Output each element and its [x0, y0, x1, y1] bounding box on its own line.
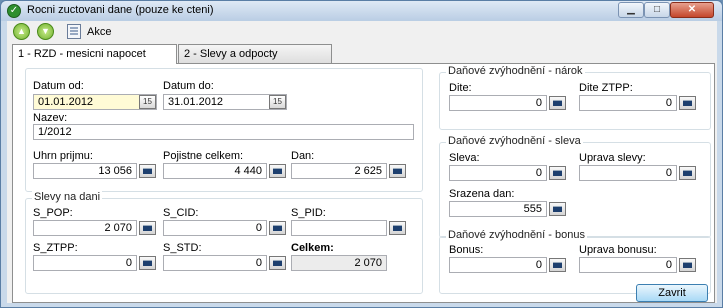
client-area: ▲ ▼ Akce 1 - RZD - mesicni napocet 2 - S…: [7, 21, 717, 303]
slevy-na-dani-group: Slevy na dani: [25, 191, 423, 294]
s-ztpp-input[interactable]: 0: [33, 255, 137, 271]
bonus-input[interactable]: 0: [449, 257, 547, 273]
sleva-input[interactable]: 0: [449, 165, 547, 181]
bonus-label: Bonus:: [449, 244, 484, 256]
uprava-bonusu-calculator-icon[interactable]: [679, 258, 696, 272]
previous-record-button[interactable]: ▲: [13, 23, 30, 40]
close-button[interactable]: ✕: [670, 2, 714, 18]
nazev-input[interactable]: 1/2012: [33, 124, 414, 140]
uhrn-prijmu-label: Uhrn prijmu:: [33, 150, 93, 162]
dan-input[interactable]: 2 625: [291, 163, 387, 179]
dan-label: Dan:: [291, 150, 315, 162]
uprava-slevy-label: Uprava slevy:: [579, 152, 646, 164]
uprava-bonusu-input[interactable]: 0: [579, 257, 677, 273]
pojistne-celkem-input[interactable]: 4 440: [163, 163, 267, 179]
toolbar: ▲ ▼ Akce: [7, 21, 717, 43]
srazena-dan-calculator-icon[interactable]: [549, 202, 566, 216]
pojistne-celkem-label: Pojistne celkem:: [163, 150, 244, 162]
uhrn-prijmu-calculator-icon[interactable]: [139, 164, 156, 178]
app-check-icon: ✓: [7, 4, 21, 18]
srazena-dan-input[interactable]: 555: [449, 201, 547, 217]
s-cid-input[interactable]: 0: [163, 220, 267, 236]
title-bar[interactable]: ✓ Rocni zuctovani dane (pouze ke cteni) …: [1, 1, 722, 21]
s-ztpp-calculator-icon[interactable]: [139, 256, 156, 270]
uhrn-prijmu-input[interactable]: 13 056: [33, 163, 137, 179]
s-pop-label: S_POP:: [33, 207, 73, 219]
next-record-button[interactable]: ▼: [37, 23, 54, 40]
celkem-label: Celkem:: [291, 242, 334, 254]
dite-ztpp-input[interactable]: 0: [579, 95, 677, 111]
s-std-input[interactable]: 0: [163, 255, 267, 271]
bonus-title: Daňové zvýhodnění - bonus: [446, 229, 587, 241]
actions-menu[interactable]: Akce: [87, 26, 111, 38]
dite-input[interactable]: 0: [449, 95, 547, 111]
dite-label: Dite:: [449, 82, 472, 94]
bonus-calculator-icon[interactable]: [549, 258, 566, 272]
sleva-label: Sleva:: [449, 152, 480, 164]
s-pid-input[interactable]: [291, 220, 387, 236]
tab-slevy-a-odpocty[interactable]: 2 - Slevy a odpocty: [178, 44, 332, 63]
uprava-bonusu-label: Uprava bonusu:: [579, 244, 657, 256]
datum-od-calendar-icon[interactable]: 15: [139, 95, 156, 109]
s-std-label: S_STD:: [163, 242, 202, 254]
uprava-slevy-input[interactable]: 0: [579, 165, 677, 181]
s-cid-label: S_CID:: [163, 207, 199, 219]
window: ✓ Rocni zuctovani dane (pouze ke cteni) …: [0, 0, 723, 308]
dan-calculator-icon[interactable]: [389, 164, 406, 178]
s-ztpp-label: S_ZTPP:: [33, 242, 78, 254]
s-pop-input[interactable]: 2 070: [33, 220, 137, 236]
srazena-dan-label: Srazena dan:: [449, 188, 515, 200]
nazev-label: Nazev:: [33, 112, 68, 124]
pojistne-celkem-calculator-icon[interactable]: [269, 164, 286, 178]
tab-panel: Datum od: 01.01.2012 15 Datum do: 31.01.…: [12, 63, 715, 303]
celkem-value: 2 070: [291, 255, 387, 271]
s-pid-calculator-icon[interactable]: [389, 221, 406, 235]
dite-ztpp-calculator-icon[interactable]: [679, 96, 696, 110]
window-title: Rocni zuctovani dane (pouze ke cteni): [27, 4, 214, 16]
zavrit-button[interactable]: Zavrit: [636, 284, 708, 302]
s-pop-calculator-icon[interactable]: [139, 221, 156, 235]
datum-od-label: Datum od:: [33, 80, 84, 92]
s-cid-calculator-icon[interactable]: [269, 221, 286, 235]
uprava-slevy-calculator-icon[interactable]: [679, 166, 696, 180]
narok-title: Daňové zvýhodnění - nárok: [446, 65, 585, 77]
datum-do-calendar-icon[interactable]: 15: [269, 95, 286, 109]
tab-rzd-mesicni-napocet[interactable]: 1 - RZD - mesicni napocet: [12, 44, 177, 64]
slevy-na-dani-title: Slevy na dani: [32, 191, 103, 203]
minimize-button[interactable]: ▁: [618, 2, 644, 18]
datum-do-label: Datum do:: [163, 80, 214, 92]
s-pid-label: S_PID:: [291, 207, 326, 219]
sleva-title: Daňové zvýhodnění - sleva: [446, 135, 583, 147]
sleva-calculator-icon[interactable]: [549, 166, 566, 180]
dite-calculator-icon[interactable]: [549, 96, 566, 110]
actions-list-icon[interactable]: [67, 24, 81, 39]
dite-ztpp-label: Dite ZTPP:: [579, 82, 633, 94]
s-std-calculator-icon[interactable]: [269, 256, 286, 270]
maximize-button[interactable]: □: [644, 2, 670, 18]
